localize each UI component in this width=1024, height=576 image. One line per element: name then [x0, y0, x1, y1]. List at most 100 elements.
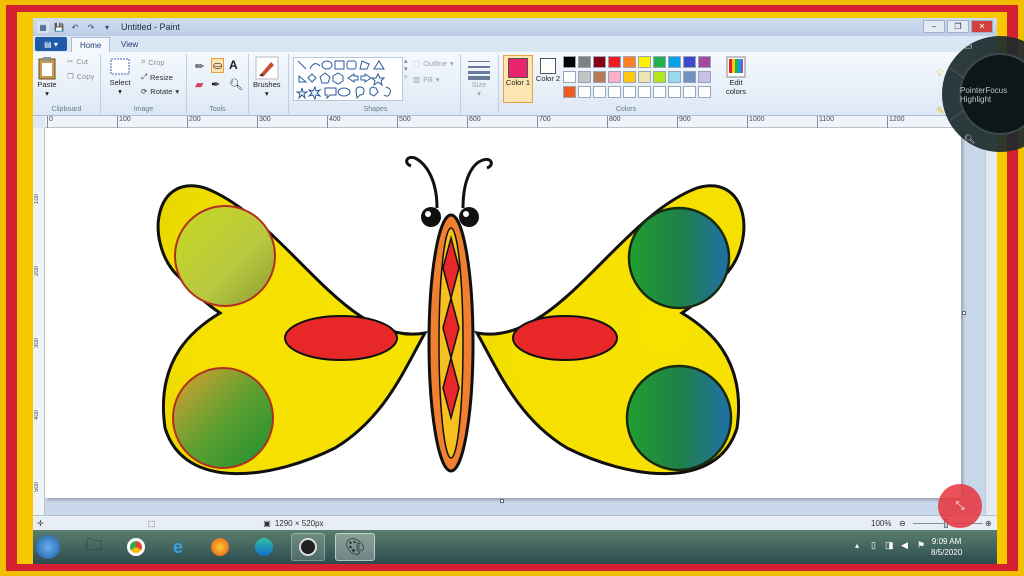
paste-label: Paste — [37, 80, 57, 89]
canvas-resize-handle-bottom[interactable] — [500, 499, 504, 503]
pencil-icon[interactable]: ✏ — [195, 60, 204, 73]
palette-swatch[interactable] — [698, 71, 711, 83]
shapes-scroll-icon[interactable]: ▴ ▾ ▿ — [404, 57, 408, 81]
file-menu-button[interactable]: ▤ ▾ — [35, 37, 67, 51]
palette-swatch[interactable] — [638, 86, 651, 98]
tab-view[interactable]: View — [113, 37, 146, 52]
palette-swatch[interactable] — [623, 56, 636, 68]
palette-swatch[interactable] — [608, 71, 621, 83]
taskbar-ie[interactable]: e — [161, 533, 195, 561]
palette-swatch[interactable] — [563, 71, 576, 83]
outline-label: Outline — [423, 59, 447, 68]
drawing-canvas[interactable] — [45, 128, 961, 498]
eraser-icon[interactable]: ▰ — [195, 78, 203, 91]
magnifier-icon[interactable]: 🔍︎ — [229, 78, 243, 91]
paste-dropdown-icon: ▾ — [45, 89, 49, 98]
resize-label: Resize — [150, 72, 173, 82]
palette-swatch[interactable] — [593, 71, 606, 83]
taskbar-paint[interactable]: 🎨︎ — [335, 533, 375, 561]
palette-swatch[interactable] — [638, 56, 651, 68]
horizontal-ruler: 0 100 200 300 400 500 600 700 800 900 1000 1100 1200 — [45, 116, 997, 128]
palette-swatch[interactable] — [593, 86, 606, 98]
redo-icon[interactable]: ↷ — [85, 21, 97, 33]
ruler-tick-label: 400 — [329, 116, 341, 123]
edit-colors-button[interactable]: Edit colors — [721, 56, 751, 96]
ruler-tick-mark — [537, 116, 538, 128]
tray-network-icon[interactable]: ◨ — [885, 540, 894, 551]
taskbar-edge[interactable] — [247, 533, 281, 561]
ruler-tick-mark — [887, 116, 888, 128]
palette-swatch[interactable] — [683, 86, 696, 98]
color1-swatch — [508, 58, 528, 78]
palette-swatch[interactable] — [608, 86, 621, 98]
palette-swatch[interactable] — [698, 56, 711, 68]
palette-swatch[interactable] — [698, 86, 711, 98]
palette-swatch[interactable] — [578, 56, 591, 68]
palette-swatch[interactable] — [683, 56, 696, 68]
crop-button[interactable]: ⌗ Crop — [141, 57, 165, 67]
tray-flag-icon[interactable]: ⚑ — [917, 540, 925, 551]
palette-swatch[interactable] — [623, 86, 636, 98]
pointerfocus-overlay[interactable]: ▭ 💡︎ ✎ 🔍︎ PointerFocus Highlight — [920, 28, 1024, 160]
select-button[interactable]: Select ▾ — [109, 56, 131, 96]
ruler-tick-mark — [47, 116, 48, 128]
vertical-scrollbar[interactable] — [985, 128, 997, 515]
shapes-gallery[interactable] — [293, 57, 403, 101]
ruler-tick-label: 500 — [399, 116, 411, 123]
copy-button[interactable]: ❐ Copy — [67, 72, 94, 81]
palette-swatch[interactable] — [683, 71, 696, 83]
palette-swatch[interactable] — [653, 56, 666, 68]
undo-icon[interactable]: ↶ — [69, 21, 81, 33]
palette-swatch[interactable] — [578, 71, 591, 83]
zoom-out-icon[interactable]: ⊖ — [899, 519, 906, 528]
palette-swatch[interactable] — [668, 86, 681, 98]
palette-swatch[interactable] — [563, 86, 576, 98]
palette-swatch[interactable] — [623, 71, 636, 83]
palette-swatch[interactable] — [653, 86, 666, 98]
tab-home[interactable]: Home — [71, 37, 111, 52]
canvas-resize-handle-right[interactable] — [962, 311, 966, 315]
color-palette — [563, 56, 723, 104]
palette-swatch[interactable] — [668, 71, 681, 83]
brushes-dropdown-icon: ▾ — [264, 89, 269, 98]
size-button[interactable]: Size ▾ — [467, 58, 491, 98]
taskbar-chrome[interactable] — [119, 533, 153, 561]
copy-label: Copy — [76, 72, 95, 81]
rotate-button[interactable]: ⟳ Rotate ▾ — [141, 87, 179, 96]
palette-swatch[interactable] — [638, 71, 651, 83]
start-button[interactable] — [33, 533, 63, 561]
canvas-area — [45, 128, 997, 515]
brushes-button[interactable]: Brushes ▾ — [253, 56, 281, 98]
cut-button[interactable]: ✂ Cut — [67, 57, 88, 66]
color2-button[interactable]: Color 2 — [535, 58, 561, 83]
fill-label: Fill — [423, 75, 433, 84]
fill-bucket-icon[interactable]: ⛀ — [211, 58, 225, 73]
tray-arrow-icon[interactable]: ▴ — [855, 541, 859, 550]
paint-app-icon[interactable]: ▦ — [37, 21, 49, 33]
palette-swatch[interactable] — [593, 56, 606, 68]
taskbar-firefox[interactable] — [203, 533, 237, 561]
taskbar-explorer[interactable]: 🗀 — [77, 533, 111, 561]
canvas-size-text: 1290 × 520px — [274, 518, 324, 528]
fill-button[interactable]: ▨ Fill ▾ — [413, 75, 439, 84]
paste-button[interactable]: Paste ▾ — [37, 56, 57, 98]
tray-volume-icon[interactable]: ◀︎ — [901, 540, 908, 551]
palette-swatch[interactable] — [653, 71, 666, 83]
tray-device-icon[interactable]: ▯ — [871, 540, 876, 551]
taskbar-clock[interactable]: 9:09 AM 8/5/2020 — [931, 536, 962, 558]
palette-swatch[interactable] — [608, 56, 621, 68]
resize-button[interactable]: ⤢ Resize — [141, 72, 173, 82]
paintbrush-icon — [255, 56, 279, 80]
palette-swatch[interactable] — [578, 86, 591, 98]
color1-button[interactable]: Color 1 — [503, 55, 533, 103]
taskbar-obs[interactable] — [291, 533, 325, 561]
customize-quick-access-icon[interactable]: ▾ — [101, 21, 113, 33]
color2-label: Color 2 — [535, 74, 561, 83]
palette-swatch[interactable] — [668, 56, 681, 68]
zoom-in-icon[interactable]: ⊕ — [985, 519, 992, 528]
color-picker-icon[interactable]: ✒ — [211, 78, 220, 91]
outline-button[interactable]: ⬚ Outline ▾ — [413, 59, 454, 68]
save-icon[interactable]: 💾 — [53, 21, 65, 33]
palette-swatch[interactable] — [563, 56, 576, 68]
text-tool-icon[interactable]: A — [229, 58, 238, 72]
